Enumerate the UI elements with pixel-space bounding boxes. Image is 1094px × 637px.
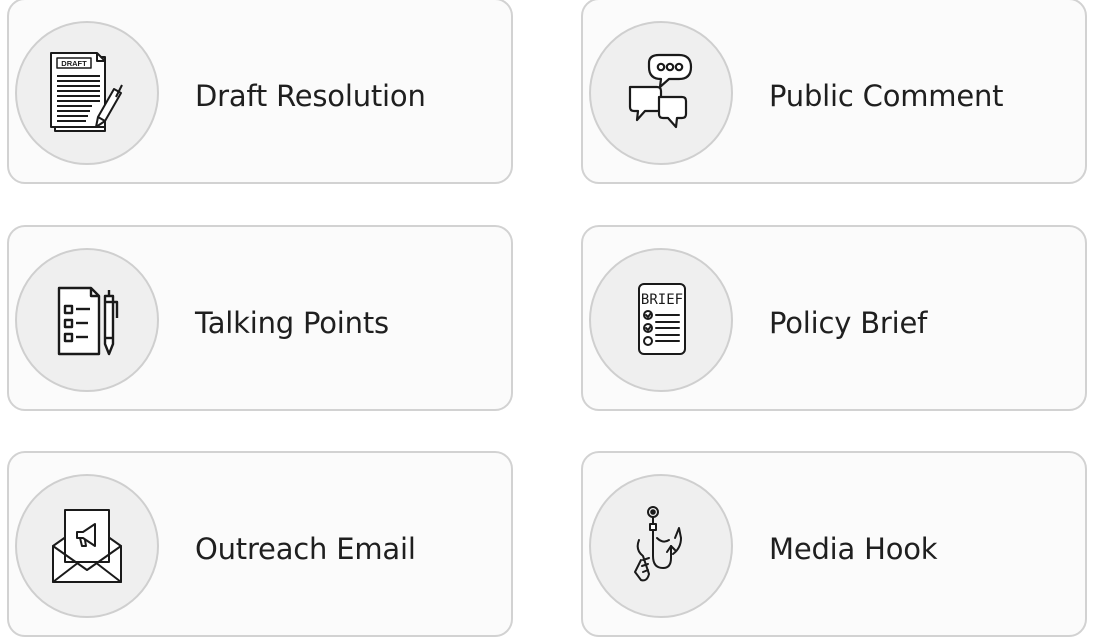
policy-brief-icon-circle: BRIEF xyxy=(589,248,733,392)
card-title: Media Hook xyxy=(769,532,938,566)
fishing-hook-icon xyxy=(634,506,682,582)
megaphone-envelope-icon xyxy=(52,509,122,583)
outreach-email-icon-circle xyxy=(15,474,159,618)
card-title: Draft Resolution xyxy=(195,79,426,113)
policy-brief-icon: BRIEF xyxy=(638,283,686,355)
draft-document-icon: DRAFT xyxy=(50,52,123,132)
brief-header-text: BRIEF xyxy=(641,292,683,308)
draft-resolution-icon-circle: DRAFT xyxy=(15,21,159,165)
talking-points-icon-circle xyxy=(15,248,159,392)
draft-stamp-text: DRAFT xyxy=(61,59,87,68)
public-comment-card[interactable]: Public Comment xyxy=(581,0,1087,184)
talking-points-card[interactable]: Talking Points xyxy=(7,225,513,411)
checklist-pen-icon xyxy=(57,286,119,356)
card-grid: DRAFT Draft Resolution Public Comment Ta… xyxy=(0,0,1094,637)
outreach-email-card[interactable]: Outreach Email xyxy=(7,451,513,637)
card-title: Outreach Email xyxy=(195,532,416,566)
policy-brief-card[interactable]: BRIEF Policy Brief xyxy=(581,225,1087,411)
card-title: Public Comment xyxy=(769,79,1004,113)
speech-bubbles-icon xyxy=(628,53,693,129)
media-hook-card[interactable]: Media Hook xyxy=(581,451,1087,637)
media-hook-icon-circle xyxy=(589,474,733,618)
card-title: Talking Points xyxy=(195,306,389,340)
draft-resolution-card[interactable]: DRAFT Draft Resolution xyxy=(7,0,513,184)
card-title: Policy Brief xyxy=(769,306,928,340)
public-comment-icon-circle xyxy=(589,21,733,165)
